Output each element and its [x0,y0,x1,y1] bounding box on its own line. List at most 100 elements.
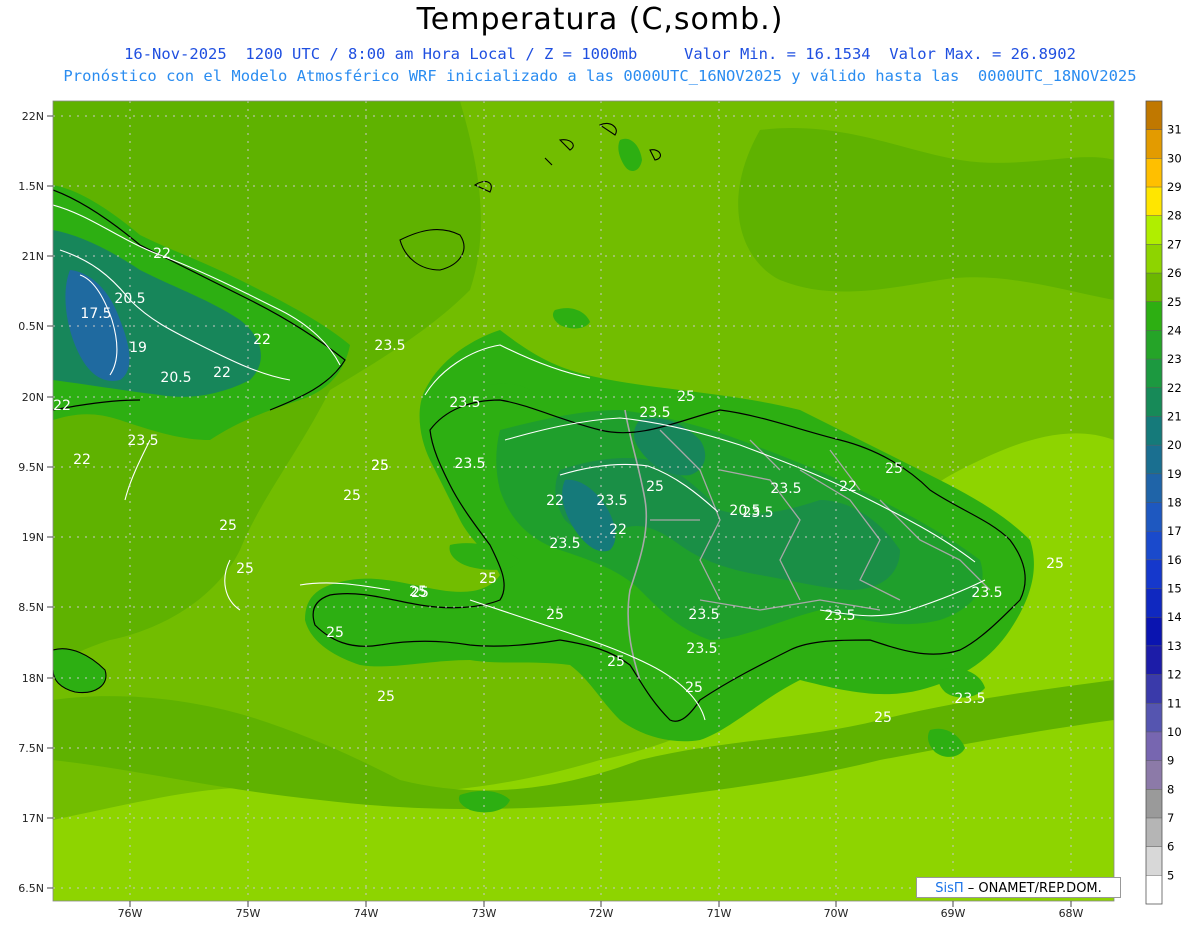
colorbar-swatch [1146,502,1162,532]
latitude-label: 20N [22,391,44,404]
colorbar-label: 15 [1167,582,1182,596]
colorbar-swatch [1146,101,1162,130]
colorbar-label: 29 [1167,180,1182,194]
contour-label: 25 [343,488,361,504]
colorbar-swatch [1146,674,1162,704]
colorbar-swatch [1146,359,1162,388]
longitude-label: 76W [118,907,143,920]
colorbar-label: 18 [1167,496,1182,510]
colorbar-swatch [1146,301,1162,331]
latitude-label: 21N [22,250,44,263]
longitude-label: 68W [1059,907,1084,920]
longitude-label: 74W [354,907,379,920]
contour-label: 17.5 [80,306,111,322]
colorbar-label: 27 [1167,237,1182,251]
latitude-label: 0.5N [18,320,44,333]
colorbar-label: 30 [1167,151,1182,165]
longitude-label: 75W [236,907,261,920]
colorbar-label: 11 [1167,696,1182,710]
contour-label: 23.5 [954,691,985,707]
colorbar-label: 8 [1167,782,1174,796]
weather-map-page: Temperatura (C,somb.) 16-Nov-2025 1200 U… [0,0,1200,927]
colorbar-swatch [1146,875,1162,904]
contour-label: 25 [677,389,695,405]
colorbar-swatch [1146,531,1162,560]
colorbar-swatch [1146,789,1162,818]
colorbar-swatch [1146,330,1162,360]
colorbar-label: 31 [1167,123,1182,137]
latitude-label: 18N [22,672,44,685]
contour-label: 25 [479,571,497,587]
colorbar-swatch [1146,760,1162,790]
credit-badge: SisΠ – ONAMET/REP.DOM. [916,877,1121,898]
colorbar-label: 12 [1167,668,1182,682]
colorbar-swatch [1146,617,1162,646]
colorbar-label: 13 [1167,639,1182,653]
colorbar-label: 7 [1167,811,1174,825]
colorbar-swatch [1146,645,1162,675]
contour-label: 22 [253,332,271,348]
colorbar-label: 26 [1167,266,1182,280]
latitude-label: 9.5N [18,461,44,474]
contour-label: 25 [685,680,703,696]
latitude-label: 17N [22,812,44,825]
contour-label: 20.5 [114,291,145,307]
colorbar-label: 28 [1167,209,1182,223]
contour-label: 23.5 [688,607,719,623]
temperature-map: 2220.517.51920.522222223.52223.525252525… [18,100,1182,920]
contour-label: 25 [874,710,892,726]
contour-label: 23.5 [127,433,158,449]
contour-label: 23.5 [549,536,580,552]
contour-label: 22 [839,479,857,495]
contour-label: 23.5 [596,493,627,509]
colorbar-label: 20 [1167,438,1182,452]
contour-label: 25 [236,561,254,577]
latitude-label: 1.5N [18,180,44,193]
colorbar-swatch [1146,416,1162,446]
contour-label: 22 [53,398,71,414]
colorbar-swatch [1146,703,1162,732]
colorbar-swatch [1146,129,1162,159]
colorbar-label: 10 [1167,725,1182,739]
contour-label: 23.5 [374,338,405,354]
latitude-label: 6.5N [18,882,44,895]
colorbar-swatch [1146,846,1162,876]
latitude-labels: 22N 1.5N 21N 0.5N 20N 9.5N 19N 8.5N 18N 7.5N 17N 6.… [18,110,53,895]
colorbar-label: 24 [1167,323,1182,337]
longitude-label: 71W [707,907,732,920]
colorbar-label: 16 [1167,553,1182,567]
latitude-label: 7.5N [18,742,44,755]
colorbar-label: 17 [1167,524,1182,538]
colorbar-label: 14 [1167,610,1182,624]
contour-label: 25 [607,654,625,670]
colorbar-swatch [1146,559,1162,589]
colorbar-swatch [1146,588,1162,618]
contour-label: 22 [153,246,171,262]
colorbar-swatch [1146,158,1162,188]
longitude-label: 72W [589,907,614,920]
contour-label: 23.5 [686,641,717,657]
contour-label: 22 [609,522,627,538]
contour-label: 22 [213,365,231,381]
contour-label: 25 [646,479,664,495]
colorbar-swatch [1146,244,1162,274]
colorbar-label: 5 [1167,868,1174,882]
latitude-label: 22N [22,110,44,123]
contour-label: 23.5 [454,456,485,472]
map-plot-area: 2220.517.51920.522222223.52223.525252525… [53,101,1114,901]
colorbar-label: 21 [1167,409,1182,423]
colorbar-label: 22 [1167,381,1182,395]
colorbar-swatch [1146,817,1162,847]
contour-label: 23.5 [824,608,855,624]
contour-label: 23.5 [449,395,480,411]
longitude-labels: 76W 75W 74W 73W 72W 71W 70W 69W 68W [118,901,1084,920]
contour-label: 25 [371,458,389,474]
contour-label: 23.5 [770,481,801,497]
colorbar-swatch [1146,731,1162,761]
colorbar-label: 25 [1167,295,1182,309]
contour-label: 25 [219,518,237,534]
contour-label: 23.5 [742,505,773,521]
credit-text: – ONAMET/REP.DOM. [963,881,1102,896]
colorbar-swatch [1146,387,1162,417]
longitude-label: 69W [941,907,966,920]
